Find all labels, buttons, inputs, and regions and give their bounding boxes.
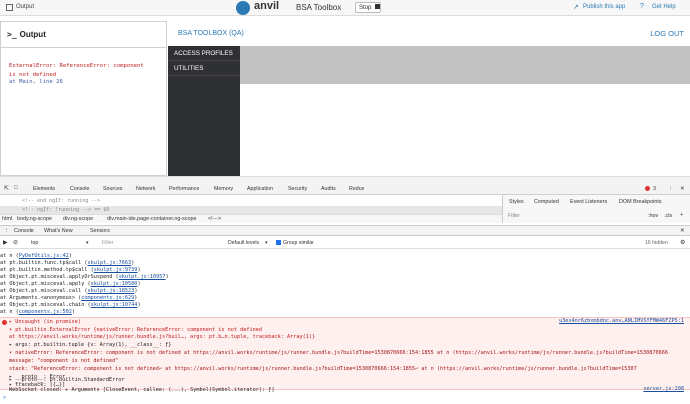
stop-label: Stop (359, 5, 372, 11)
message-line: message: "component is not defined" (9, 358, 119, 364)
group-similar-label: Group similar (283, 240, 314, 246)
app-preview: BSA TOOLBOX (QA) LOG OUT ACCESS PROFILES… (168, 21, 690, 176)
output-error-location[interactable]: at Main, line 26 (1, 79, 166, 85)
error-line: at https://anvil.works/runtime/js/runner… (9, 334, 316, 340)
publish-icon[interactable]: ↗ (573, 3, 579, 11)
console-toolbar: ▶ ⊘ top ▾ Filter Default levels ▾ Group … (0, 237, 690, 249)
stack-line: at n (components.js:502) (0, 309, 75, 315)
styles-pane: Styles Computed Event Listeners DOM Brea… (502, 195, 690, 223)
tab-performance[interactable]: Performance (169, 186, 199, 192)
error-count[interactable]: 3 (653, 186, 656, 192)
hov-toggle[interactable]: :hov (648, 213, 658, 219)
error-args-line[interactable]: ▸ args: pt.builtin.tuple {v: Array(1), _… (9, 341, 690, 349)
computed-tab[interactable]: Computed (534, 199, 559, 205)
close-devtools-icon[interactable]: ✕ (680, 186, 684, 192)
app-header: BSA TOOLBOX (QA) LOG OUT (168, 21, 690, 46)
app-header-title: BSA TOOLBOX (QA) (178, 30, 244, 37)
error-icon (2, 320, 7, 325)
error-line[interactable]: ▸ Uncaught (in promise) (9, 318, 609, 326)
app-bar: Output anvil BSA Toolbox Stop ↗ Publish … (0, 0, 690, 16)
error-count-icon[interactable] (645, 186, 650, 191)
drawer-tab-sensors[interactable]: Sensors (90, 228, 110, 234)
anvil-logo-icon (236, 1, 250, 15)
levels-dropdown-icon[interactable]: ▾ (265, 240, 268, 246)
cls-toggle[interactable]: .cls (664, 213, 672, 219)
breadcrumb-html[interactable]: html (2, 216, 12, 222)
brand-name: anvil (254, 0, 280, 12)
drawer-tab-bar: ⋮ Console What's New Sensors ✕ (0, 225, 690, 236)
stack-prop-line: stack: "ReferenceError: component is not… (9, 366, 637, 372)
elements-line[interactable]: <!-- end ngIf: running --> (22, 198, 100, 204)
elements-line-selected[interactable]: <!-- ngIf: !running --> == $0 (0, 206, 502, 214)
stop-icon (375, 4, 381, 9)
content-banner (240, 46, 690, 84)
drawer-tab-whats-new[interactable]: What's New (44, 228, 73, 234)
styles-filter-input[interactable]: Filter (508, 213, 520, 219)
console-filter-input[interactable]: Filter (102, 240, 114, 246)
publish-link[interactable]: Publish this app (583, 4, 625, 10)
terminal-icon: >_ (7, 30, 17, 39)
clear-console-icon[interactable]: ⊘ (13, 239, 18, 246)
event-listeners-tab[interactable]: Event Listeners (570, 199, 607, 205)
proto-standard-error-line[interactable]: ▸ __proto__: pt.builtin.StandardError (9, 376, 609, 384)
output-title: Output (19, 30, 46, 39)
output-error-line1: ExternalError: ReferenceError: component (9, 63, 144, 69)
context-dropdown-icon[interactable]: ▾ (86, 240, 89, 246)
elements-selected-text: <!-- ngIf: !running --> == $0 (22, 207, 110, 213)
context-select[interactable]: top (31, 240, 38, 246)
close-drawer-icon[interactable]: ✕ (680, 228, 685, 234)
devtools-resize-strip[interactable] (0, 176, 690, 184)
help-icon[interactable]: ? (640, 3, 644, 10)
stop-button[interactable]: Stop (355, 2, 381, 13)
inspect-icon[interactable]: ⇱ (4, 185, 9, 192)
group-similar-checkbox[interactable] (276, 240, 281, 245)
stack-link[interactable]: components.js:502 (19, 309, 72, 315)
devtools-tab-bar: ⇱ □ Elements Console Sources Network Per… (0, 184, 690, 195)
breadcrumb-comment[interactable]: <!---> (208, 216, 221, 222)
toggle-sidebar-icon[interactable]: ▶ (3, 239, 8, 246)
error-source-link[interactable]: u3es4nr6zbxmbdnc.anv…ANLIMVSYFMW46FZP5:1 (559, 318, 684, 324)
websocket-source-link[interactable]: server.js:208 (643, 386, 684, 392)
panel-toggle-icon[interactable] (6, 4, 13, 11)
drawer-menu-icon[interactable]: ⋮ (4, 228, 9, 234)
styles-tab[interactable]: Styles (509, 199, 524, 205)
tab-audits[interactable]: Audits (321, 186, 336, 192)
tab-security[interactable]: Security (288, 186, 307, 192)
breadcrumb-body[interactable]: body.ng-scope (17, 216, 52, 222)
output-error-line2: is not defined (9, 71, 57, 78)
nav-utilities[interactable]: UTILITIES (168, 61, 240, 76)
help-link[interactable]: Get Help (652, 4, 676, 10)
tab-redux[interactable]: Redux (349, 186, 364, 192)
app-sidebar: ACCESS PROFILES UTILITIES (168, 46, 240, 176)
more-menu-icon[interactable]: ⋮ (668, 186, 673, 192)
device-icon[interactable]: □ (14, 185, 18, 191)
dom-breakpoints-tab[interactable]: DOM Breakpoints (619, 199, 662, 205)
app-title: BSA Toolbox (296, 3, 342, 12)
native-error-line[interactable]: ▾ nativeError: ReferenceError: component… (9, 349, 690, 357)
console-settings-icon[interactable]: ⚙ (680, 239, 685, 246)
logout-link[interactable]: LOG OUT (650, 29, 684, 38)
output-panel: >_ Output ExternalError: ReferenceError:… (0, 21, 167, 176)
breadcrumb-div[interactable]: div.ng-scope (63, 216, 93, 222)
hidden-count: 16 hidden (645, 240, 668, 246)
console-prompt-icon[interactable]: > (3, 395, 6, 401)
tab-network[interactable]: Network (136, 186, 155, 192)
breadcrumb: html body.ng-scope div.ng-scope div.main… (0, 214, 502, 223)
console-log: at n (PyDefUtils.js:42) at pt.builtin.fu… (0, 250, 690, 404)
websocket-line: WebSocket closed: ▸ Arguments [CloseEven… (9, 387, 275, 393)
tab-application[interactable]: Application (247, 186, 273, 192)
output-error: ExternalError: ReferenceError: component… (1, 48, 166, 79)
tab-console[interactable]: Console (70, 186, 89, 192)
output-tab[interactable]: Output (16, 4, 34, 10)
tab-memory[interactable]: Memory (214, 186, 233, 192)
levels-select[interactable]: Default levels (228, 240, 259, 246)
tab-elements[interactable]: Elements (33, 186, 55, 192)
tab-sources[interactable]: Sources (103, 186, 122, 192)
nav-access-profiles[interactable]: ACCESS PROFILES (168, 46, 240, 61)
output-header: >_ Output (1, 22, 166, 48)
add-rule-icon[interactable]: + (680, 212, 683, 218)
breadcrumb-main-ide[interactable]: div.main-ide.page-container.ng-scope (107, 216, 197, 222)
drawer-tab-console[interactable]: Console (14, 228, 34, 234)
